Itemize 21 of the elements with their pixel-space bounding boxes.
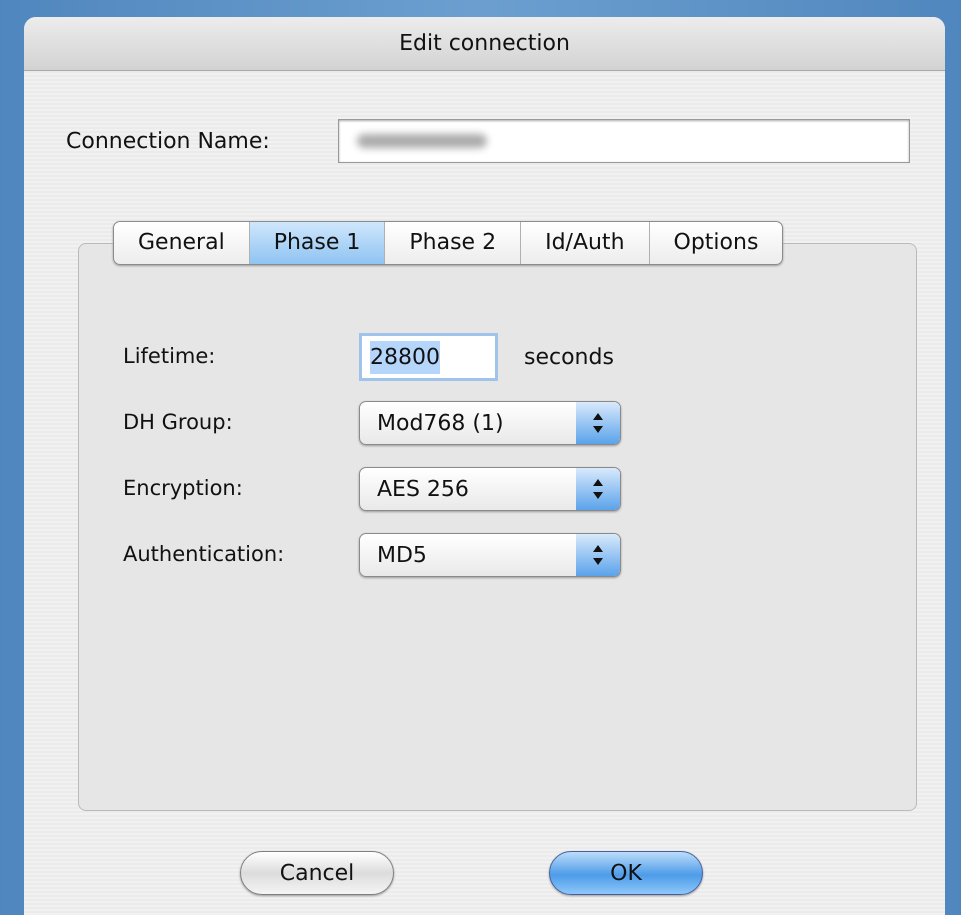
dialog-button[interactable]: OK [549,851,703,895]
stepper-arrows-icon [591,477,605,501]
stepper-arrows-icon [591,411,605,435]
field-label: DH Group: [123,409,234,436]
tab[interactable]: Id/Auth [520,222,649,264]
dialog-button[interactable]: Cancel [240,851,394,895]
dropdown[interactable]: Mod768 (1) [359,401,621,445]
field-label: Authentication: [123,541,286,568]
connection-name-field[interactable] [338,119,910,163]
tab[interactable]: Phase 1 [248,222,384,264]
dropdown[interactable]: MD5 [359,533,621,577]
lifetime-field[interactable]: 28800 [359,333,498,381]
window-title: Edit connection [399,30,570,58]
field-label: Encryption: [123,475,244,502]
dropdown[interactable]: AES 256 [359,467,621,511]
tab[interactable]: General [114,222,249,264]
unit-label: seconds [524,344,614,372]
field-label: Connection Name: [66,128,271,156]
tab[interactable]: Phase 2 [384,222,520,264]
field-label: Lifetime: [123,343,216,370]
stepper-arrows-icon [591,543,605,567]
